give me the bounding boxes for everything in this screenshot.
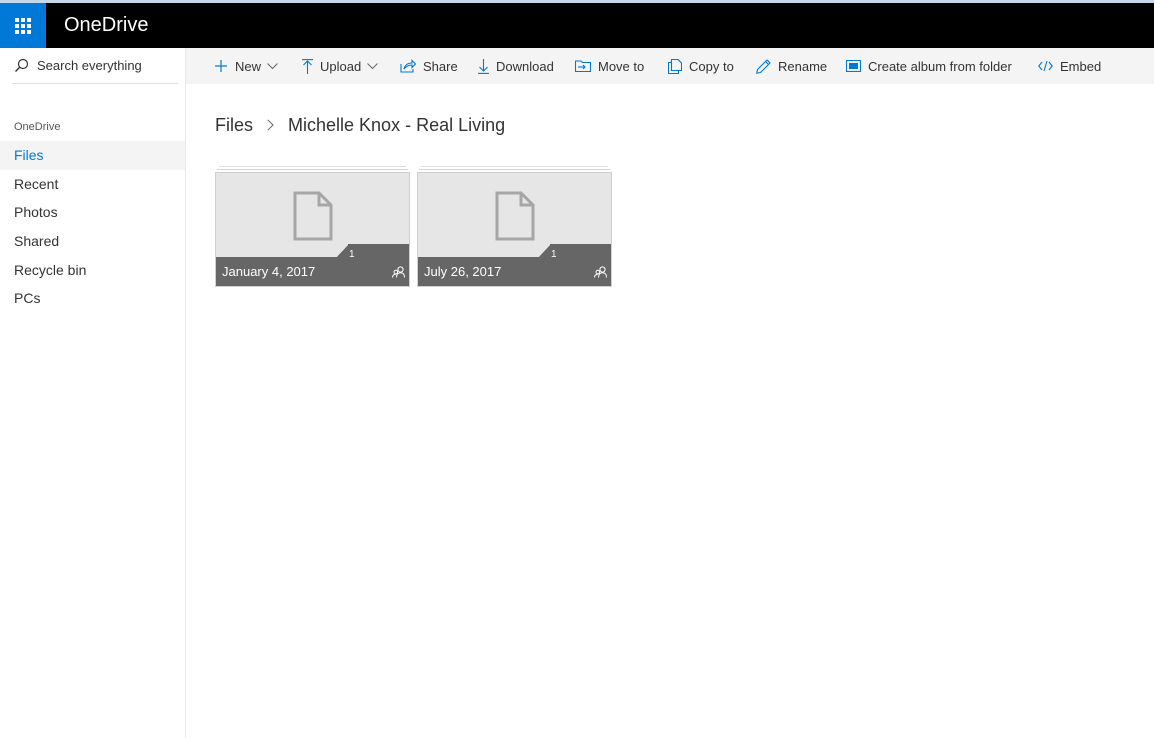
copy-icon — [668, 58, 682, 74]
app-header: OneDrive — [0, 3, 1154, 48]
document-icon — [495, 191, 535, 241]
shared-people-icon — [392, 266, 405, 278]
album-icon — [846, 60, 861, 72]
search-box[interactable]: Search everything — [0, 48, 186, 84]
command-bar: New Upload Share Download Move to Copy t… — [186, 48, 1154, 84]
move-to-icon — [575, 60, 591, 72]
embed-button[interactable]: Embed — [1038, 48, 1101, 84]
upload-button-label: Upload — [320, 58, 362, 74]
share-icon — [400, 59, 416, 73]
search-input[interactable]: Search everything — [37, 58, 142, 73]
embed-icon — [1038, 60, 1053, 72]
copy-to-button-label: Copy to — [689, 58, 734, 74]
folder-tile-body: 1 July 26, 2017 — [417, 172, 612, 287]
download-icon — [478, 58, 489, 74]
move-to-button[interactable]: Move to — [575, 48, 644, 84]
pencil-icon — [756, 58, 771, 74]
folder-tile[interactable]: 1 January 4, 2017 — [215, 166, 410, 287]
folder-stack-edge — [217, 169, 408, 170]
folder-tile[interactable]: 1 July 26, 2017 — [417, 166, 612, 287]
upload-button[interactable]: Upload — [302, 48, 379, 84]
folder-stack-edge — [419, 169, 610, 170]
breadcrumb-current-folder: Michelle Knox - Real Living — [288, 114, 506, 135]
shared-people-icon — [594, 266, 607, 278]
new-button[interactable]: New — [214, 48, 278, 84]
search-underline — [12, 83, 178, 84]
sidebar-item-recent[interactable]: Recent — [0, 170, 185, 199]
breadcrumb: Files Michelle Knox - Real Living — [215, 113, 505, 137]
upload-icon — [302, 58, 313, 74]
chevron-right-icon — [267, 119, 274, 131]
sidebar-item-shared[interactable]: Shared — [0, 227, 185, 256]
download-button[interactable]: Download — [478, 48, 554, 84]
new-button-label: New — [235, 58, 262, 74]
folder-label-bar: January 4, 2017 — [216, 257, 409, 286]
plus-icon — [215, 60, 227, 72]
sidebar-item-recycle-bin[interactable]: Recycle bin — [0, 256, 185, 285]
sidebar-item-photos[interactable]: Photos — [0, 198, 185, 227]
document-icon — [293, 191, 333, 241]
folder-stack-edge — [421, 166, 608, 167]
chevron-down-icon — [267, 62, 278, 69]
search-icon — [15, 58, 29, 72]
download-button-label: Download — [496, 58, 554, 74]
embed-button-label: Embed — [1060, 58, 1102, 74]
left-navigation: Search everything OneDrive Files Recent … — [0, 48, 186, 738]
app-launcher-button[interactable] — [0, 3, 46, 48]
folder-tile-body: 1 January 4, 2017 — [215, 172, 410, 287]
move-to-button-label: Move to — [598, 58, 645, 74]
sidebar-item-pcs[interactable]: PCs — [0, 284, 185, 313]
sidebar-item-files[interactable]: Files — [0, 141, 185, 170]
nav-section-header: OneDrive — [14, 121, 61, 133]
chevron-down-icon — [367, 62, 379, 69]
share-button[interactable]: Share — [400, 48, 458, 84]
folder-stack-edge — [219, 166, 406, 167]
rename-button-label: Rename — [778, 58, 828, 74]
share-button-label: Share — [423, 58, 458, 74]
create-album-button[interactable]: Create album from folder — [846, 48, 1012, 84]
folder-label-bar: July 26, 2017 — [418, 257, 611, 286]
waffle-icon — [15, 17, 31, 34]
folder-name: January 4, 2017 — [222, 264, 316, 279]
create-album-button-label: Create album from folder — [868, 58, 1012, 74]
app-title[interactable]: OneDrive — [64, 14, 148, 37]
folder-name: July 26, 2017 — [424, 264, 502, 279]
breadcrumb-files-link[interactable]: Files — [215, 115, 253, 136]
rename-button[interactable]: Rename — [756, 48, 827, 84]
copy-to-button[interactable]: Copy to — [668, 48, 734, 84]
